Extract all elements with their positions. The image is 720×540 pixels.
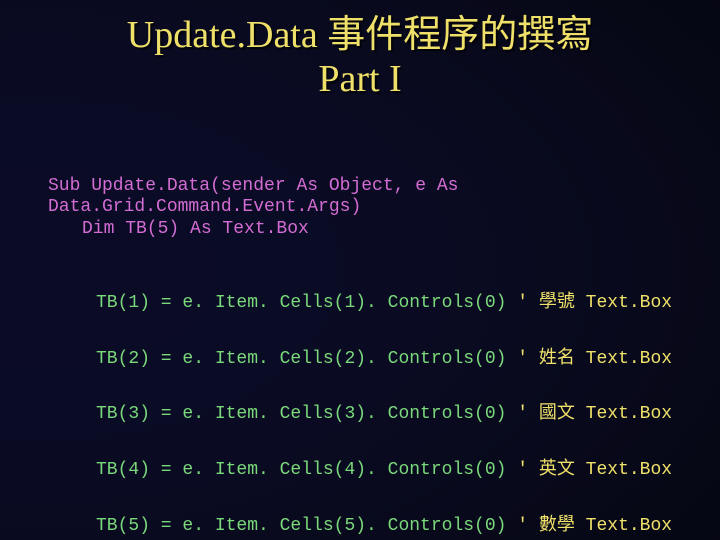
assign-row: TB(1) = e. Item. Cells(1). Controls(0) '…: [96, 290, 672, 318]
title-line-2: Part I: [0, 58, 720, 102]
code-assignments: TB(1) = e. Item. Cells(1). Controls(0) '…: [96, 262, 672, 540]
assign-row: TB(4) = e. Item. Cells(4). Controls(0) '…: [96, 457, 672, 485]
slide-title: Update.Data 事件程序的撰寫 Part I: [0, 0, 720, 101]
title-line-1: Update.Data 事件程序的撰寫: [0, 14, 720, 58]
assign-comment: ' 國文 Text.Box: [506, 404, 672, 424]
assign-comment: ' 數學 Text.Box: [506, 516, 672, 536]
assign-lhs: TB(3) = e. Item. Cells(3). Controls(0): [96, 404, 506, 424]
assign-comment: ' 學號 Text.Box: [506, 293, 672, 313]
decl-line-1: Sub Update.Data(sender As Object, e As: [48, 176, 458, 196]
decl-line-2: Data.Grid.Command.Event.Args): [48, 197, 361, 217]
assign-comment: ' 英文 Text.Box: [506, 460, 672, 480]
assign-row: TB(5) = e. Item. Cells(5). Controls(0) '…: [96, 513, 672, 540]
decl-line-3: Dim TB(5) As Text.Box: [82, 219, 309, 239]
assign-row: TB(2) = e. Item. Cells(2). Controls(0) '…: [96, 346, 672, 374]
assign-comment: ' 姓名 Text.Box: [506, 349, 672, 369]
assign-row: TB(3) = e. Item. Cells(3). Controls(0) '…: [96, 401, 672, 429]
assign-lhs: TB(4) = e. Item. Cells(4). Controls(0): [96, 460, 506, 480]
assign-lhs: TB(5) = e. Item. Cells(5). Controls(0): [96, 516, 506, 536]
assign-lhs: TB(1) = e. Item. Cells(1). Controls(0): [96, 293, 506, 313]
assign-lhs: TB(2) = e. Item. Cells(2). Controls(0): [96, 349, 506, 369]
code-declaration: Sub Update.Data(sender As Object, e As D…: [48, 155, 458, 240]
